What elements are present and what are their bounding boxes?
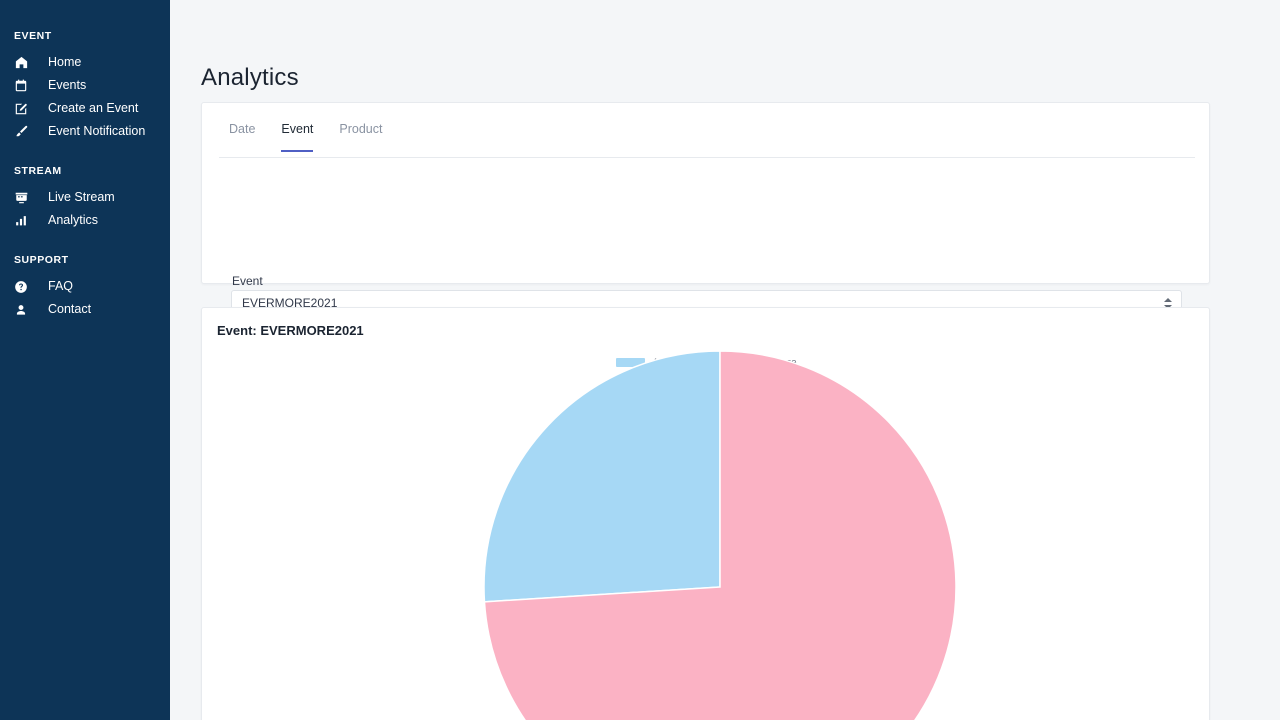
sidebar-item-faq[interactable]: FAQ [0, 275, 170, 298]
tab-date[interactable]: Date [229, 121, 255, 152]
sidebar-item-label-contact: Contact [48, 303, 91, 316]
sidebar-item-label-event-notification: Event Notification [48, 125, 145, 138]
sidebar: EVENT Home Events Create an Event [0, 0, 170, 720]
filter-card: Date Event Product Event EVERMORE2021 Su… [201, 102, 1210, 284]
home-icon [14, 55, 32, 71]
sidebar-section-title-support: SUPPORT [0, 254, 170, 266]
calendar-icon [14, 78, 32, 94]
tab-product[interactable]: Product [339, 121, 382, 152]
sidebar-item-event-notification[interactable]: Event Notification [0, 120, 170, 143]
tab-bar: Date Event Product [219, 121, 1195, 158]
sidebar-section-title-stream: STREAM [0, 165, 170, 177]
edit-square-icon [14, 101, 32, 117]
chart-heading: Event: EVERMORE2021 [217, 323, 364, 338]
sidebar-item-label-faq: FAQ [48, 280, 73, 293]
sidebar-item-label-home: Home [48, 56, 81, 69]
sidebar-item-label-analytics: Analytics [48, 214, 98, 227]
analytics-page: EVENT Home Events Create an Event [0, 0, 1280, 720]
sidebar-section-event: EVENT Home Events Create an Event [0, 30, 170, 143]
sidebar-item-contact[interactable]: Contact [0, 298, 170, 321]
pie-slice[interactable] [484, 351, 720, 602]
bar-chart-icon [14, 213, 32, 229]
sidebar-item-label-events: Events [48, 79, 86, 92]
monitor-icon [14, 190, 32, 206]
sidebar-section-stream: STREAM Live Stream Analytics [0, 165, 170, 232]
tab-event[interactable]: Event [281, 121, 313, 152]
pie-chart-svg [480, 347, 960, 720]
sidebar-section-support: SUPPORT FAQ Contact [0, 254, 170, 321]
event-field-label: Event [232, 274, 263, 288]
page-title: Analytics [201, 64, 299, 92]
question-circle-icon [14, 279, 32, 295]
chart-card: Event: EVERMORE2021 Add to Cart Purchase [201, 307, 1210, 720]
sidebar-item-events[interactable]: Events [0, 74, 170, 97]
pie-chart [202, 346, 1211, 720]
sidebar-item-analytics[interactable]: Analytics [0, 209, 170, 232]
sidebar-item-label-live-stream: Live Stream [48, 191, 115, 204]
sidebar-section-title-event: EVENT [0, 30, 170, 42]
main-content: Analytics Date Event Product Event EVERM… [170, 0, 1280, 720]
sidebar-item-live-stream[interactable]: Live Stream [0, 186, 170, 209]
sidebar-item-home[interactable]: Home [0, 51, 170, 74]
brush-icon [14, 124, 32, 140]
sidebar-item-label-create-an-event: Create an Event [48, 102, 138, 115]
person-icon [14, 302, 32, 318]
sidebar-item-create-an-event[interactable]: Create an Event [0, 97, 170, 120]
chart-area: Add to Cart Purchase [202, 346, 1211, 720]
